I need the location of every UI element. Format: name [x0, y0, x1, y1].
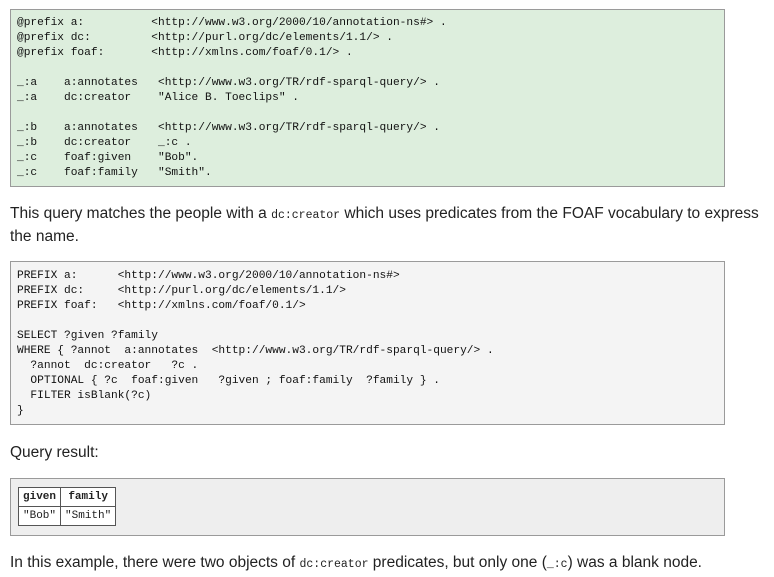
inline-code: _:c — [546, 558, 568, 571]
code-line: @prefix dc: <http://purl.org/dc/elements… — [17, 32, 393, 44]
code-line: ?annot dc:creator ?c . — [17, 360, 199, 372]
sparql-query-code: PREFIX a: <http://www.w3.org/2000/10/ann… — [17, 269, 718, 419]
turtle-data-code: @prefix a: <http://www.w3.org/2000/10/an… — [17, 16, 718, 181]
code-line: PREFIX a: <http://www.w3.org/2000/10/ann… — [17, 270, 400, 282]
code-line: _:b dc:creator _:c . — [17, 137, 192, 149]
table-row: "Bob" "Smith" — [17, 506, 117, 526]
code-line: SELECT ?given ?family — [17, 330, 158, 342]
result-header-family: family — [60, 487, 117, 507]
result-cell-family: "Smith" — [60, 506, 117, 526]
inline-code: dc:creator — [299, 558, 369, 571]
code-line: } — [17, 405, 24, 417]
sparql-query-block: PREFIX a: <http://www.w3.org/2000/10/ann… — [10, 261, 725, 425]
paragraph-text: predicates, but only one ( — [368, 554, 547, 571]
code-line: _:a a:annotates <http://www.w3.org/TR/rd… — [17, 77, 440, 89]
turtle-data-block: @prefix a: <http://www.w3.org/2000/10/an… — [10, 9, 725, 187]
query-description-paragraph: This query matches the people with a dc:… — [10, 203, 772, 247]
result-table: given family "Bob" "Smith" — [17, 487, 117, 526]
code-line: WHERE { ?annot a:annotates <http://www.w… — [17, 345, 494, 357]
code-line: PREFIX foaf: <http://xmlns.com/foaf/0.1/… — [17, 300, 306, 312]
code-line: @prefix foaf: <http://xmlns.com/foaf/0.1… — [17, 47, 353, 59]
code-line: @prefix a: <http://www.w3.org/2000/10/an… — [17, 17, 447, 29]
code-line: _:a dc:creator "Alice B. Toeclips" . — [17, 92, 299, 104]
result-cell-given: "Bob" — [17, 506, 62, 526]
paragraph-text: This query matches the people with a — [10, 205, 272, 222]
result-header-row: given family — [17, 487, 117, 507]
code-line: _:b a:annotates <http://www.w3.org/TR/rd… — [17, 122, 440, 134]
example-explanation-paragraph: In this example, there were two objects … — [10, 552, 702, 575]
code-line: PREFIX dc: <http://purl.org/dc/elements/… — [17, 285, 346, 297]
inline-code: dc:creator — [271, 209, 341, 222]
query-result-heading: Query result: — [10, 444, 99, 461]
code-line: _:c foaf:family "Smith". — [17, 167, 212, 179]
code-line: _:c foaf:given "Bob". — [17, 152, 199, 164]
code-line: OPTIONAL { ?c foaf:given ?given ; foaf:f… — [17, 375, 440, 387]
paragraph-text: In this example, there were two objects … — [10, 554, 300, 571]
query-result-block: given family "Bob" "Smith" — [10, 478, 725, 536]
paragraph-text: ) was a blank node. — [567, 554, 702, 571]
code-line: FILTER isBlank(?c) — [17, 390, 152, 402]
result-header-given: given — [17, 487, 62, 507]
